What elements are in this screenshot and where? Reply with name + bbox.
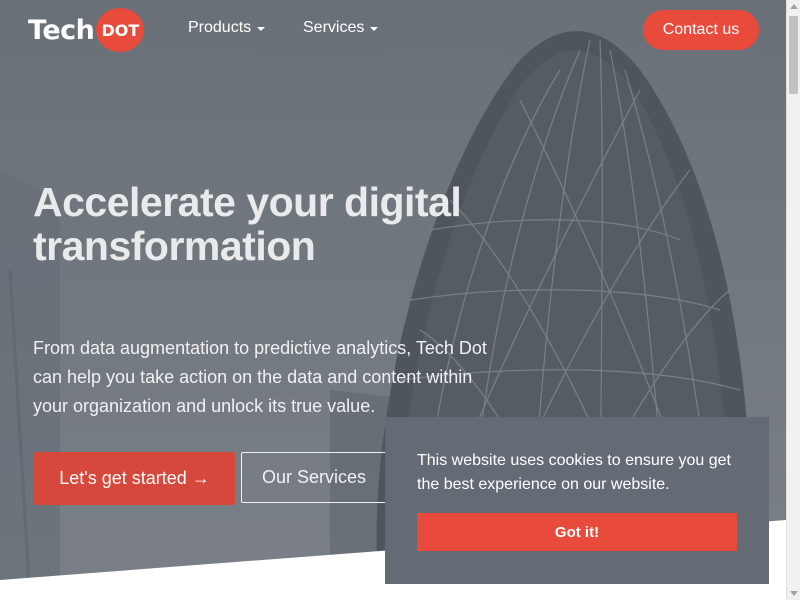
scroll-down-arrow-icon[interactable]	[790, 591, 798, 596]
nav-services-menu[interactable]: Services	[303, 19, 379, 37]
cookie-message: This website uses cookies to ensure you …	[417, 452, 731, 493]
hero-headline: Accelerate your digital transformation	[33, 179, 462, 269]
nav-products-menu[interactable]: Products	[188, 19, 266, 37]
cookie-accept-button[interactable]: Got it!	[417, 513, 737, 551]
nav-products-label: Products	[188, 19, 252, 36]
get-started-button[interactable]: Let's get started →	[34, 452, 235, 505]
page: Tech DOT Products Services Contact us Ac…	[0, 0, 800, 600]
hero-subtext: From data augmentation to predictive ana…	[33, 338, 487, 416]
scrollbar-thumb[interactable]	[789, 16, 798, 94]
logo-dot-badge: DOT	[96, 8, 145, 52]
our-services-button[interactable]: Our Services	[241, 452, 391, 503]
nav-services-label: Services	[303, 19, 365, 36]
scroll-up-arrow-icon[interactable]	[790, 4, 798, 9]
contact-us-button[interactable]: Contact us	[643, 10, 759, 50]
caret-down-icon	[257, 27, 266, 31]
cookie-consent-banner: This website uses cookies to ensure you …	[385, 417, 769, 584]
page-scrollbar[interactable]	[786, 0, 800, 600]
logo-wordmark: Tech	[28, 14, 95, 46]
caret-down-icon	[370, 27, 379, 31]
logo[interactable]: Tech DOT	[28, 8, 145, 52]
